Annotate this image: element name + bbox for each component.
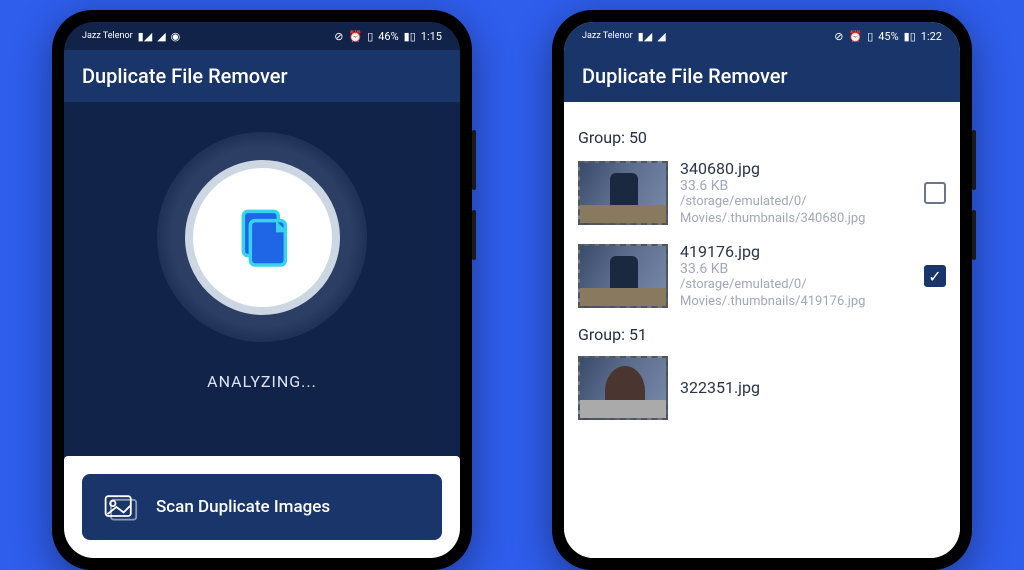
carrier-label: Jazz Telenor (82, 32, 133, 41)
file-thumbnail (578, 356, 668, 420)
app-title: Duplicate File Remover (82, 64, 288, 88)
phone-side-button (972, 130, 976, 190)
file-size: 33.6 KB (680, 178, 912, 194)
battery-icon: ▮▯ (404, 30, 416, 43)
clock-time: 1:15 (421, 30, 442, 43)
status-bar: Jazz Telenor ▮◢ ◢ ◉ ⊘ ⏰ ▯ 46% ▮▯ 1:15 (64, 22, 460, 50)
scan-halo (157, 132, 367, 342)
app-title: Duplicate File Remover (582, 64, 788, 88)
scan-circle[interactable] (185, 160, 340, 315)
file-thumbnail (578, 244, 668, 308)
phone-2-screen: Jazz Telenor ▮◢ ◢ ⊘ ⏰ ▯ 45% ▮▯ 1:22 Dupl… (564, 22, 960, 558)
group-header: Group: 50 (578, 128, 946, 147)
phone-1-screen: Jazz Telenor ▮◢ ◢ ◉ ⊘ ⏰ ▯ 46% ▮▯ 1:15 Du… (64, 22, 460, 558)
file-path: Movies/.thumbnails/419176.jpg (680, 294, 912, 311)
file-row[interactable]: 419176.jpg 33.6 KB /storage/emulated/0/ … (578, 242, 946, 311)
battery-percent: 46% (378, 30, 398, 43)
carrier-label: Jazz Telenor (582, 32, 633, 41)
battery-percent: 45% (878, 30, 898, 43)
phone-side-button (472, 210, 476, 260)
scan-duplicate-images-button[interactable]: Scan Duplicate Images (82, 474, 442, 540)
phone-side-button (972, 210, 976, 260)
file-row[interactable]: 322351.jpg (578, 356, 946, 420)
dnd-icon: ⊘ (834, 30, 843, 43)
file-path: /storage/emulated/0/ (680, 194, 912, 211)
phone-2-frame: Jazz Telenor ▮◢ ◢ ⊘ ⏰ ▯ 45% ▮▯ 1:22 Dupl… (552, 10, 972, 570)
phone-side-button (472, 130, 476, 190)
battery-icon: ▯ (867, 30, 873, 43)
analyzing-panel: ANALYZING... (64, 102, 460, 391)
select-checkbox[interactable]: ✓ (924, 265, 946, 287)
signal-icon: ▮◢ (638, 30, 653, 43)
analyzing-status: ANALYZING... (207, 372, 317, 391)
file-path: /storage/emulated/0/ (680, 277, 912, 294)
alarm-icon: ⏰ (348, 30, 362, 43)
signal-icon: ▮◢ (138, 30, 153, 43)
file-row[interactable]: 340680.jpg 33.6 KB /storage/emulated/0/ … (578, 159, 946, 228)
battery-icon: ▯ (367, 30, 373, 43)
file-name: 322351.jpg (680, 378, 946, 397)
bottom-panel: Scan Duplicate Images (64, 456, 460, 558)
clock-time: 1:22 (921, 30, 942, 43)
file-info: 322351.jpg (680, 378, 946, 397)
gallery-icon (102, 492, 138, 522)
dnd-icon: ⊘ (334, 30, 343, 43)
app-title-bar: Duplicate File Remover (64, 50, 460, 102)
messenger-icon: ◉ (171, 30, 181, 43)
file-name: 419176.jpg (680, 242, 912, 261)
app-title-bar: Duplicate File Remover (564, 50, 960, 102)
signal-icon: ◢ (657, 30, 665, 43)
duplicate-list: Group: 50 340680.jpg 33.6 KB /storage/em… (564, 102, 960, 558)
file-info: 419176.jpg 33.6 KB /storage/emulated/0/ … (680, 242, 912, 311)
documents-icon (227, 202, 297, 272)
group-header: Group: 51 (578, 325, 946, 344)
signal-icon: ◢ (157, 30, 165, 43)
file-size: 33.6 KB (680, 261, 912, 277)
file-thumbnail (578, 161, 668, 225)
status-bar: Jazz Telenor ▮◢ ◢ ⊘ ⏰ ▯ 45% ▮▯ 1:22 (564, 22, 960, 50)
battery-icon: ▮▯ (904, 30, 916, 43)
scan-button-label: Scan Duplicate Images (156, 497, 330, 517)
alarm-icon: ⏰ (848, 30, 862, 43)
phone-1-frame: Jazz Telenor ▮◢ ◢ ◉ ⊘ ⏰ ▯ 46% ▮▯ 1:15 Du… (52, 10, 472, 570)
file-path: Movies/.thumbnails/340680.jpg (680, 211, 912, 228)
file-name: 340680.jpg (680, 159, 912, 178)
select-checkbox[interactable] (924, 182, 946, 204)
file-info: 340680.jpg 33.6 KB /storage/emulated/0/ … (680, 159, 912, 228)
